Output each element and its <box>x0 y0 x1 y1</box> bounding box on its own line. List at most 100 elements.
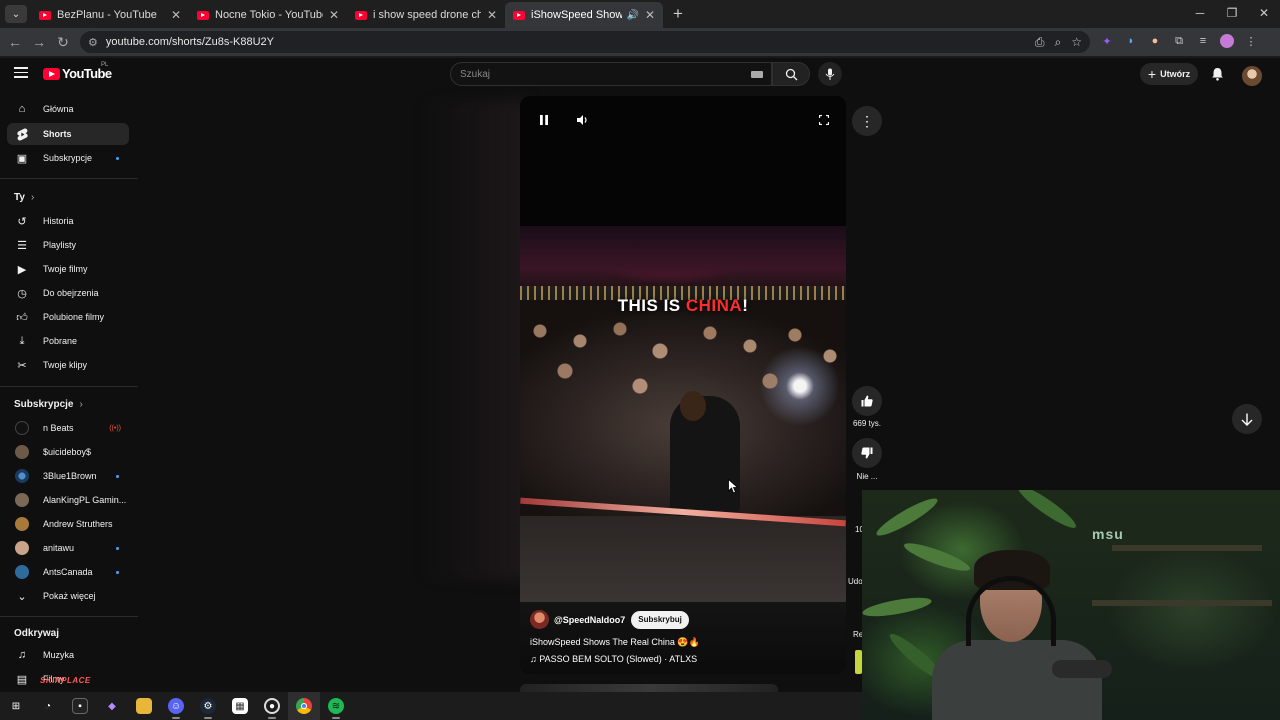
channel-name: AntsCanada <box>43 567 93 577</box>
youtube-logo[interactable]: YouTube PL <box>43 62 112 81</box>
extensions-puzzle-icon[interactable]: ⧉ <box>1172 34 1186 48</box>
zoom-icon[interactable]: ⌕ <box>1055 35 1062 50</box>
sidebar-section-you[interactable]: Ty › <box>14 192 34 203</box>
region-code: PL <box>101 62 109 68</box>
taskbar-app[interactable]: ☺ <box>160 692 192 720</box>
sidebar-channel[interactable]: n Beats ((•)) <box>7 417 129 439</box>
extension-icon[interactable]: ◗ <box>1124 34 1138 48</box>
forward-icon[interactable]: → <box>27 34 51 50</box>
tab-bezplanu[interactable]: BezPlanu - YouTube ✕ <box>31 2 189 28</box>
taskbar-app[interactable]: ▪ <box>64 692 96 720</box>
close-tab-icon[interactable]: ✕ <box>329 8 339 22</box>
search-button[interactable] <box>772 62 810 86</box>
plant-leaf <box>873 493 941 541</box>
sidebar-item-liked-videos[interactable]: 👍︎ Polubione filmy <box>7 306 129 328</box>
channel-avatar[interactable] <box>530 610 549 629</box>
taskbar-app-chrome[interactable] <box>288 692 320 720</box>
install-app-icon[interactable]: ⎙ <box>1035 35 1045 50</box>
sidebar-section-subscriptions[interactable]: Subskrypcje › <box>14 399 83 410</box>
taskbar-app[interactable] <box>128 692 160 720</box>
sidebar-item-music[interactable]: ♫ Muzyka <box>7 644 129 666</box>
tab-drone-china[interactable]: i show speed drone china - You ✕ <box>347 2 505 28</box>
reload-icon[interactable]: ↻ <box>51 34 75 51</box>
sidebar-item-shorts[interactable]: Shorts <box>7 123 129 145</box>
close-window-icon[interactable]: ✕ <box>1248 0 1280 26</box>
audio-playing-icon[interactable]: 🔊 <box>626 10 638 21</box>
close-tab-icon[interactable]: ✕ <box>171 8 181 22</box>
extension-icon[interactable]: ✦ <box>1100 34 1114 48</box>
voice-search-button[interactable] <box>818 62 842 86</box>
start-button[interactable]: ⊞ <box>0 692 32 720</box>
tab-nocne-tokio[interactable]: Nocne Tokio - YouTube ✕ <box>189 2 347 28</box>
account-avatar[interactable] <box>1242 66 1262 86</box>
taskbar-app[interactable]: ⚙ <box>192 692 224 720</box>
channel-name: anitawu <box>43 543 75 553</box>
channel-handle[interactable]: @SpeedNaldoo7 <box>554 615 625 625</box>
media-controls-icon[interactable]: ≡ <box>1196 34 1210 48</box>
like-button[interactable] <box>852 386 882 416</box>
short-title[interactable]: iShowSpeed Shows The Real China 😍🔥 <box>530 637 700 648</box>
taskbar-app[interactable]: ● <box>256 692 288 720</box>
tab-search-button[interactable]: ⌄ <box>5 5 27 23</box>
tab-title: BezPlanu - YouTube <box>57 9 157 21</box>
short-video-player[interactable]: THIS IS CHINA! @SpeedNaldoo7 Subskrybuj … <box>520 96 846 674</box>
taskbar-app[interactable]: ▦ <box>224 692 256 720</box>
address-bar[interactable]: ⚙ youtube.com/shorts/Zu8s-K88U2Y ⎙ ⌕ ☆ <box>80 31 1090 53</box>
sidebar-item-clips[interactable]: ✂ Twoje klipy <box>7 354 129 376</box>
keyboard-icon[interactable] <box>751 71 763 78</box>
taskbar-app[interactable]: ◆ <box>96 692 128 720</box>
sidebar-item-your-videos[interactable]: ▶ Twoje filmy <box>7 258 129 280</box>
dislike-button[interactable] <box>852 438 882 468</box>
short-music-link[interactable]: ♫ PASSO BEM SOLTO (Slowed) · ATLXS <box>530 654 697 664</box>
tab-ishowspeed[interactable]: iShowSpeed Shows The Re 🔊 ✕ <box>505 2 663 28</box>
profile-avatar[interactable] <box>1220 34 1234 48</box>
close-tab-icon[interactable]: ✕ <box>487 8 497 22</box>
plant-leaf <box>862 594 933 620</box>
sidebar-item-history[interactable]: ↺ Historia <box>7 210 129 232</box>
sidebar-item-playlists[interactable]: ☰ Playlisty <box>7 234 129 256</box>
sidebar-item-subscriptions[interactable]: ▣ Subskrypcje <box>7 147 129 169</box>
sidebar-channel[interactable]: 3Blue1Brown <box>7 465 129 487</box>
next-short-button[interactable] <box>1232 404 1262 434</box>
sidebar-divider <box>0 616 138 617</box>
chrome-icon <box>296 698 312 714</box>
more-options-icon[interactable]: ⋮ <box>852 106 882 136</box>
file-explorer-icon <box>136 698 152 714</box>
sidebar-channel[interactable]: AntsCanada <box>7 561 129 583</box>
sidebar-channel[interactable]: $uicideboy$ <box>7 441 129 463</box>
new-content-dot <box>116 474 119 478</box>
calendar-app-icon: ▦ <box>232 698 248 714</box>
create-button[interactable]: + Utwórz <box>1140 63 1198 85</box>
notifications-bell-icon[interactable] <box>1211 67 1224 81</box>
volume-icon[interactable] <box>576 113 590 127</box>
sound-thumbnail[interactable] <box>855 650 862 674</box>
taskbar-app[interactable]: ≋ <box>320 692 352 720</box>
channel-avatar <box>15 493 29 507</box>
guide-menu-icon[interactable] <box>14 67 28 78</box>
sidebar-item-downloads[interactable]: ⤓ Pobrane <box>7 330 129 352</box>
channel-name: n Beats <box>43 423 74 433</box>
back-icon[interactable]: ← <box>3 34 27 50</box>
sidebar-channel[interactable]: anitawu <box>7 537 129 559</box>
sidebar-show-more[interactable]: ⌄ Pokaż więcej <box>7 585 129 607</box>
new-tab-button[interactable]: + <box>673 4 683 24</box>
history-icon: ↺ <box>17 215 27 228</box>
sidebar-channel[interactable]: AlanKingPL Gamin... <box>7 489 129 511</box>
site-info-icon[interactable]: ⚙ <box>88 36 98 49</box>
restore-icon[interactable]: ❐ <box>1216 0 1248 26</box>
sidebar-item-watch-later[interactable]: ◷ Do obejrzenia <box>7 282 129 304</box>
close-tab-icon[interactable]: ✕ <box>645 8 655 22</box>
sidebar-item-label: Subskrypcje <box>43 153 93 163</box>
taskbar-app[interactable]: ◔ <box>32 692 64 720</box>
pause-icon[interactable] <box>537 113 551 127</box>
share-label: Udo <box>848 577 863 586</box>
extension-icon[interactable]: ● <box>1148 34 1162 48</box>
minimize-icon[interactable]: ─ <box>1184 0 1216 26</box>
sidebar-channel[interactable]: Andrew Struthers <box>7 513 129 535</box>
fullscreen-icon[interactable] <box>817 113 831 127</box>
sidebar-item-home[interactable]: ⌂ Główna <box>7 98 129 120</box>
search-input[interactable]: Szukaj <box>450 62 772 86</box>
bookmark-star-icon[interactable]: ☆ <box>1071 35 1082 50</box>
chrome-menu-icon[interactable]: ⋮ <box>1244 34 1258 48</box>
subscribe-button[interactable]: Subskrybuj <box>631 610 689 629</box>
